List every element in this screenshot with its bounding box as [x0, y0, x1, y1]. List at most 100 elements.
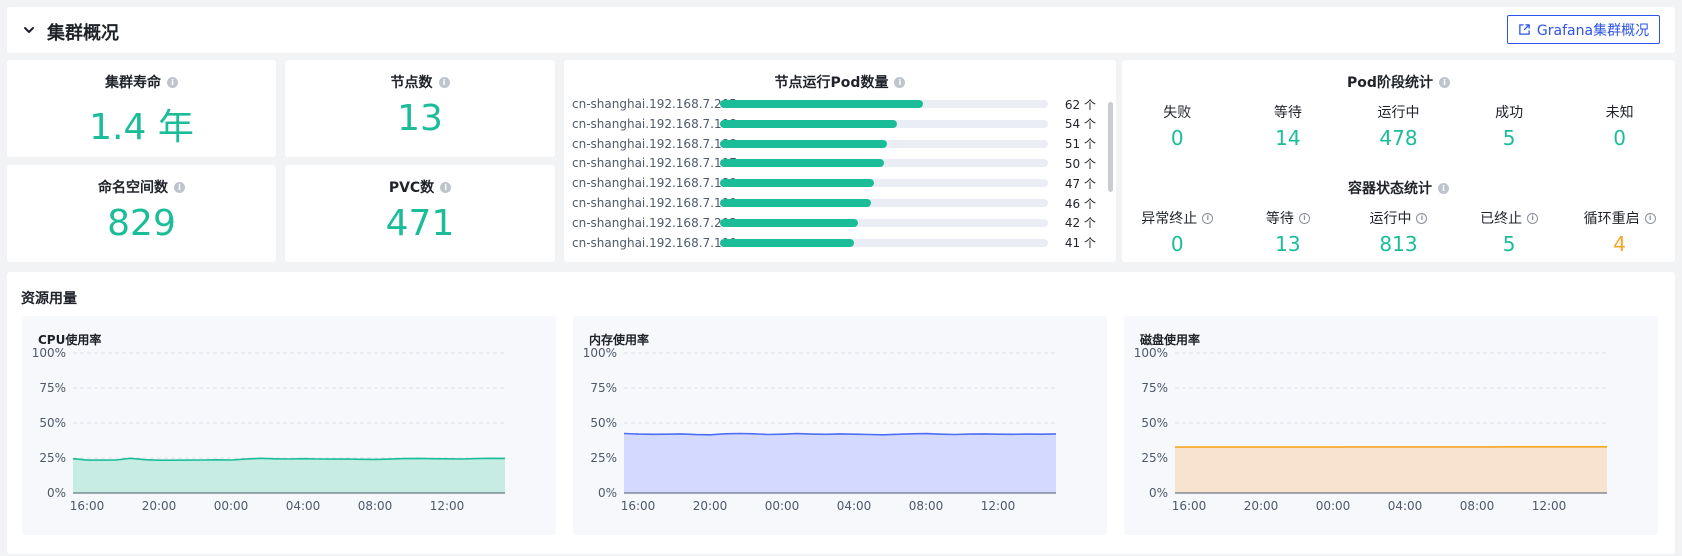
disk-usage-chart: 磁盘使用率 100% 75% 50% 25% 0% 16:00 20:00 00:00 04:0… [1124, 316, 1658, 535]
info-icon[interactable]: i [1644, 212, 1656, 224]
pod-count: 54 个 [1064, 117, 1096, 132]
status-item: 等待 i 13 [1233, 208, 1344, 256]
y-tick-label: 50% [39, 416, 66, 430]
bar-track [720, 199, 1048, 207]
bar-track [720, 119, 1048, 128]
node-name: cn-shanghai.192.168.7.199 [572, 196, 737, 210]
pods-per-node-title: 节点运行Pod数量 [774, 75, 889, 91]
list-item: cn-shanghai.192.168.7.205 62 个 [572, 94, 1096, 114]
status-value: 14 [1275, 126, 1301, 150]
status-item: 循环重启 i 4 [1564, 208, 1675, 256]
x-tick-label: 20:00 [142, 499, 177, 513]
node-name: cn-shanghai.192.168.7.189 [572, 176, 737, 191]
bar-fill [720, 119, 898, 128]
y-tick-label: 25% [39, 451, 66, 465]
resource-usage-card: 资源用量 CPU使用率 100% 75% 50% 25% 0% 16:00 20:00 00:… [7, 272, 1675, 554]
series-area [1175, 446, 1607, 493]
status-label: 已终止 [1480, 211, 1523, 227]
info-icon[interactable]: i [1527, 212, 1539, 224]
bar-fill [720, 218, 858, 227]
x-tick-label: 16:00 [70, 499, 105, 513]
status-value: 478 [1379, 126, 1418, 150]
pod-status-card: Pod阶段统计 i 失败 0 等待 14 运行中 478 成功 5 未知 0 容器状态统计 i 异常终… [1122, 60, 1675, 262]
info-icon[interactable]: i [1416, 212, 1428, 224]
status-item: 等待 14 [1233, 102, 1344, 150]
info-icon[interactable]: i [174, 181, 185, 193]
namespace-count-card: 命名空间数 i 829 [7, 165, 276, 262]
x-tick-label: 16:00 [1172, 499, 1207, 513]
status-item: 失败 0 [1122, 102, 1233, 150]
list-item: cn-shanghai.192.168.7.198 54 个 [572, 114, 1096, 134]
x-tick-label: 04:00 [837, 499, 872, 513]
status-label: 运行中 [1369, 211, 1412, 227]
series-line[interactable] [623, 432, 1057, 436]
scrollbar[interactable] [1108, 102, 1113, 192]
series-area [73, 458, 505, 493]
status-label: 未知 [1605, 105, 1634, 121]
status-item: 异常终止 i 0 [1122, 208, 1233, 256]
info-icon[interactable]: i [440, 181, 452, 193]
x-tick-label: 04:00 [1388, 499, 1423, 513]
status-label: 循环重启 [1583, 211, 1640, 227]
info-icon[interactable]: i [1438, 76, 1450, 88]
grafana-overview-button[interactable]: Grafana集群概况 [1507, 15, 1660, 44]
x-tick-label: 12:00 [430, 499, 465, 513]
status-item: 成功 5 [1454, 102, 1565, 150]
list-item: cn-shanghai.192.168.7.188 51 个 [572, 134, 1096, 154]
cluster-age-label: 集群寿命 [105, 75, 161, 91]
list-item: cn-shanghai.192.168.7.189 47 个 [572, 173, 1096, 193]
status-value: 5 [1502, 126, 1516, 150]
status-label: 等待 [1265, 211, 1294, 227]
bar-fill [720, 159, 884, 168]
list-item: cn-shanghai.192.168.7.190 41 个 [572, 233, 1096, 253]
info-icon[interactable]: i [1202, 212, 1214, 224]
x-tick-label: 08:00 [909, 499, 944, 513]
cluster-age-value: 1.4 年 [89, 107, 194, 148]
series-area [624, 433, 1056, 493]
cluster-age-card: 集群寿命 i 1.4 年 [7, 60, 276, 157]
status-value: 5 [1502, 232, 1516, 256]
namespace-count-value: 829 [107, 203, 176, 244]
x-tick-label: 00:00 [214, 499, 249, 513]
info-icon[interactable]: i [167, 76, 178, 88]
info-icon[interactable]: i [438, 76, 450, 88]
bar-fill [720, 139, 888, 148]
pod-count: 47 个 [1064, 176, 1096, 191]
chart-plot: 100% 75% 50% 25% 0% 16:00 20:00 00:00 04:00 08:00… [32, 346, 506, 513]
bar-fill [720, 100, 924, 108]
y-tick-label: 25% [1141, 451, 1168, 465]
status-item: 运行中 i 813 [1343, 208, 1454, 256]
chart-plot: 100% 75% 50% 25% 0% 16:00 20:00 00:00 04:00 08:00… [1134, 346, 1607, 513]
list-item: cn-shanghai.192.168.7.199 46 个 [572, 193, 1096, 213]
x-tick-label: 12:00 [1532, 499, 1567, 513]
status-item: 运行中 478 [1343, 102, 1454, 150]
status-label: 运行中 [1377, 105, 1420, 121]
status-label: 失败 [1163, 105, 1192, 121]
resource-usage-title: 资源用量 [21, 291, 77, 307]
y-tick-label: 50% [590, 416, 617, 430]
status-value: 4 [1613, 232, 1627, 256]
pvc-count-label: PVC数 [388, 180, 435, 196]
info-icon[interactable]: i [1438, 182, 1449, 194]
y-tick-label: 50% [1141, 416, 1168, 430]
y-tick-label: 0% [47, 486, 66, 500]
pod-count: 62 个 [1064, 97, 1096, 112]
pod-count: 50 个 [1064, 156, 1096, 171]
x-tick-label: 08:00 [1460, 499, 1495, 513]
chevron-down-icon[interactable] [20, 21, 38, 39]
bar-fill [720, 238, 855, 247]
info-icon[interactable]: i [894, 76, 906, 88]
node-count-value: 13 [397, 98, 443, 139]
container-status-row: 异常终止 i 0 等待 i 13 运行中 i 813 已终止 i 5 循环重启 i 4 [1122, 208, 1675, 256]
x-tick-label: 00:00 [1316, 499, 1351, 513]
info-icon[interactable]: i [1298, 212, 1310, 224]
bar-track [720, 100, 1048, 108]
chart-plot: 100% 75% 50% 25% 0% 16:00 20:00 00:00 04:00 08:00… [583, 346, 1057, 513]
y-tick-label: 100% [32, 346, 66, 360]
status-item: 未知 0 [1564, 102, 1675, 150]
external-link-icon [1519, 24, 1530, 35]
namespace-count-label: 命名空间数 [98, 180, 168, 196]
pods-per-node-card: 节点运行Pod数量 i cn-shanghai.192.168.7.205 62 个… [564, 60, 1116, 262]
status-value: 0 [1170, 126, 1184, 150]
y-tick-label: 25% [590, 451, 617, 465]
